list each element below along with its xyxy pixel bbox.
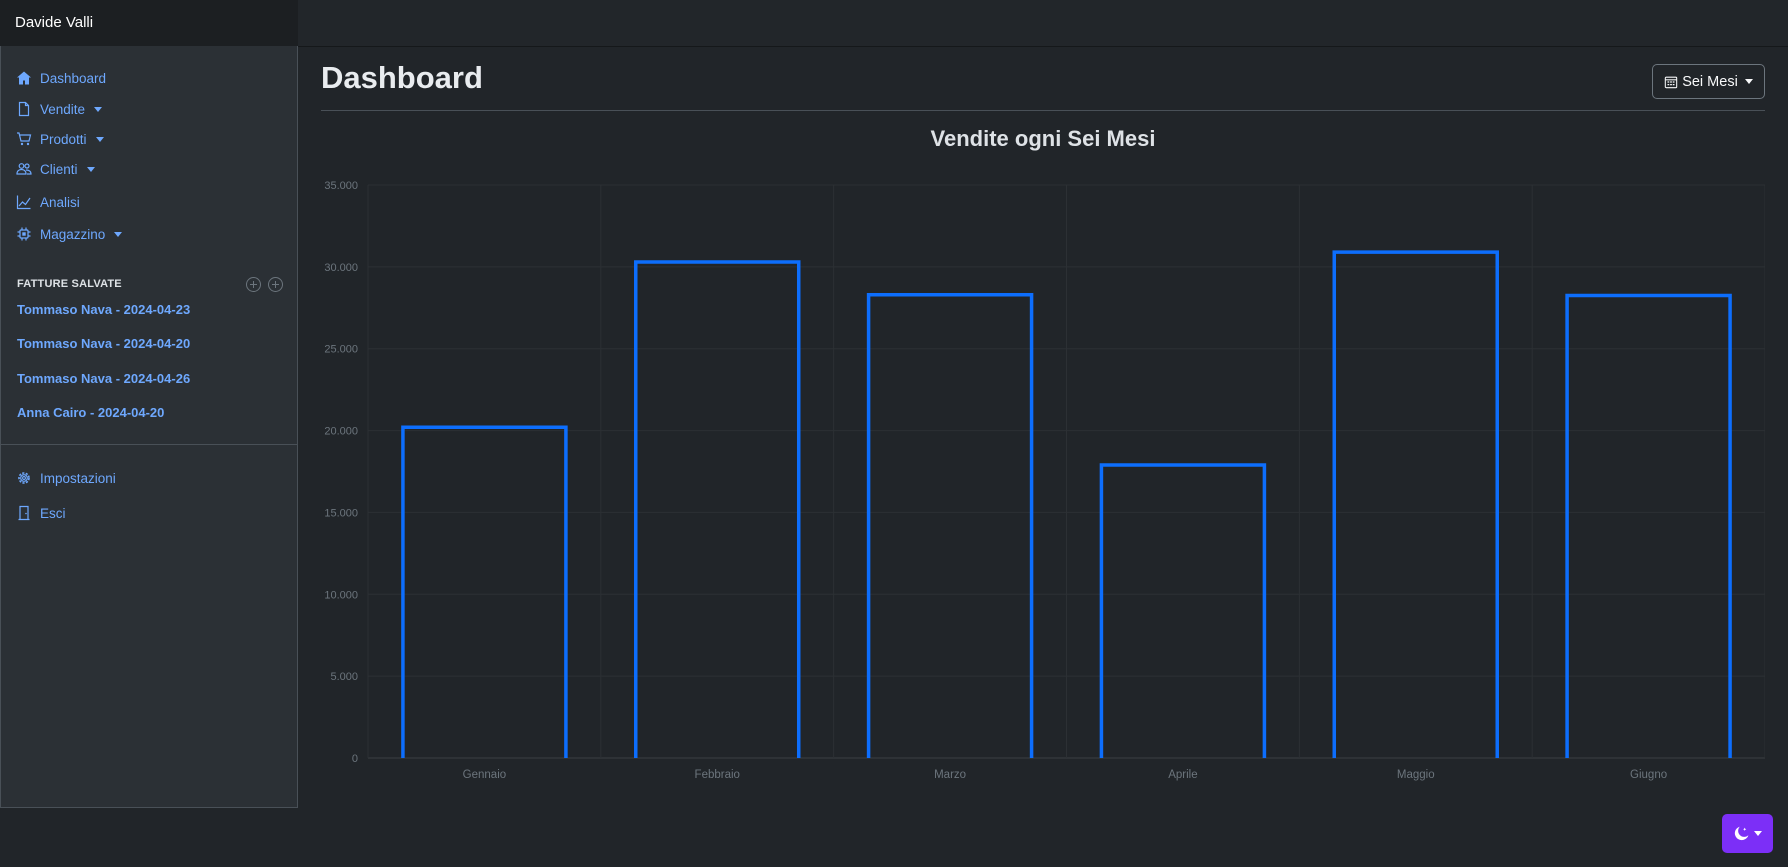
x-tick-label: Gennaio: [463, 769, 506, 781]
bar-aprile: [1099, 463, 1267, 758]
sidebar-item-label: Analisi: [40, 194, 80, 210]
chevron-down-icon: [86, 166, 95, 172]
chevron-down-icon: [94, 106, 103, 112]
x-tick-label: Aprile: [1168, 769, 1197, 781]
sidebar-item-label: Clienti: [40, 161, 78, 177]
sidebar-divider: [1, 444, 297, 445]
add-invoice-icon[interactable]: [246, 276, 261, 292]
saved-invoice-link[interactable]: Tommaso Nava - 2024-04-23: [17, 302, 190, 317]
y-tick-label: 35.000: [324, 180, 358, 192]
saved-invoices-header: FATTURE SALVATE: [17, 274, 283, 294]
sidebar-item-label: Magazzino: [40, 226, 106, 242]
sidebar-item-esci[interactable]: Esci: [16, 502, 66, 524]
top-navbar: Davide Valli: [0, 0, 1788, 46]
bar-gennaio: [401, 425, 568, 758]
x-tick-label: Febbraio: [695, 769, 740, 781]
sales-bar-chart: 0 5.000 10.000 15.000 20.000 25.000 30.000 35.0…: [324, 180, 1765, 781]
saved-invoice-link[interactable]: Tommaso Nava - 2024-04-26: [17, 371, 190, 386]
x-tick-label: Giugno: [1630, 769, 1667, 781]
period-dropdown-button[interactable]: Sei Mesi: [1652, 64, 1765, 99]
y-tick-label: 15.000: [324, 507, 358, 519]
sidebar-item-dashboard[interactable]: Dashboard: [16, 67, 106, 89]
chevron-down-icon: [114, 231, 123, 237]
file-icon: [16, 101, 32, 117]
gear-icon: [16, 470, 32, 486]
people-icon: [16, 161, 32, 177]
bar-maggio: [1332, 250, 1499, 758]
saved-invoices-title: FATTURE SALVATE: [17, 278, 122, 290]
calendar-icon: [1664, 76, 1678, 88]
y-tick-label: 20.000: [324, 426, 358, 438]
chevron-down-icon: [95, 136, 104, 142]
y-tick-label: 5.000: [330, 671, 358, 683]
sidebar-item-analisi[interactable]: Analisi: [16, 191, 80, 213]
period-label: Sei Mesi: [1682, 73, 1738, 90]
x-tick-label: Marzo: [934, 769, 966, 781]
sidebar: Dashboard Vendite Prodotti Clienti Anali…: [0, 46, 298, 808]
bar-giugno: [1565, 293, 1732, 758]
sidebar-item-label: Dashboard: [40, 70, 107, 86]
title-divider: [321, 110, 1765, 111]
moon-stars-icon: [1734, 826, 1749, 841]
bar-marzo: [866, 292, 1034, 758]
graph-icon: [16, 194, 32, 210]
cpu-icon: [16, 226, 32, 242]
saved-invoice-link[interactable]: Tommaso Nava - 2024-04-20: [17, 336, 190, 351]
sidebar-item-label: Impostazioni: [40, 470, 116, 486]
sidebar-item-impostazioni[interactable]: Impostazioni: [16, 467, 116, 489]
y-tick-label: 25.000: [324, 344, 358, 356]
user-name[interactable]: Davide Valli: [0, 0, 298, 46]
add-circle-icon[interactable]: [268, 276, 283, 292]
sidebar-item-label: Vendite: [40, 101, 86, 117]
x-tick-label: Maggio: [1397, 769, 1435, 781]
sidebar-item-vendite[interactable]: Vendite: [16, 98, 103, 120]
sidebar-item-label: Esci: [40, 505, 66, 521]
bar-febbraio: [634, 260, 801, 758]
page-title: Dashboard: [321, 60, 483, 95]
door-icon: [16, 505, 32, 521]
y-tick-label: 30.000: [324, 262, 358, 274]
saved-invoice-link[interactable]: Anna Cairo - 2024-04-20: [17, 405, 164, 420]
chevron-down-icon: [1754, 831, 1762, 836]
theme-toggle-button[interactable]: [1722, 814, 1773, 853]
sidebar-item-prodotti[interactable]: Prodotti: [16, 128, 104, 150]
house-icon: [16, 70, 32, 86]
y-tick-label: 10.000: [324, 589, 358, 601]
sidebar-item-label: Prodotti: [40, 131, 87, 147]
chart-title: Vendite ogni Sei Mesi: [930, 126, 1156, 151]
sidebar-item-clienti[interactable]: Clienti: [16, 158, 95, 180]
chevron-down-icon: [1744, 79, 1753, 84]
y-tick-label: 0: [352, 753, 358, 765]
cart-icon: [16, 131, 32, 147]
sidebar-item-magazzino[interactable]: Magazzino: [16, 223, 123, 245]
